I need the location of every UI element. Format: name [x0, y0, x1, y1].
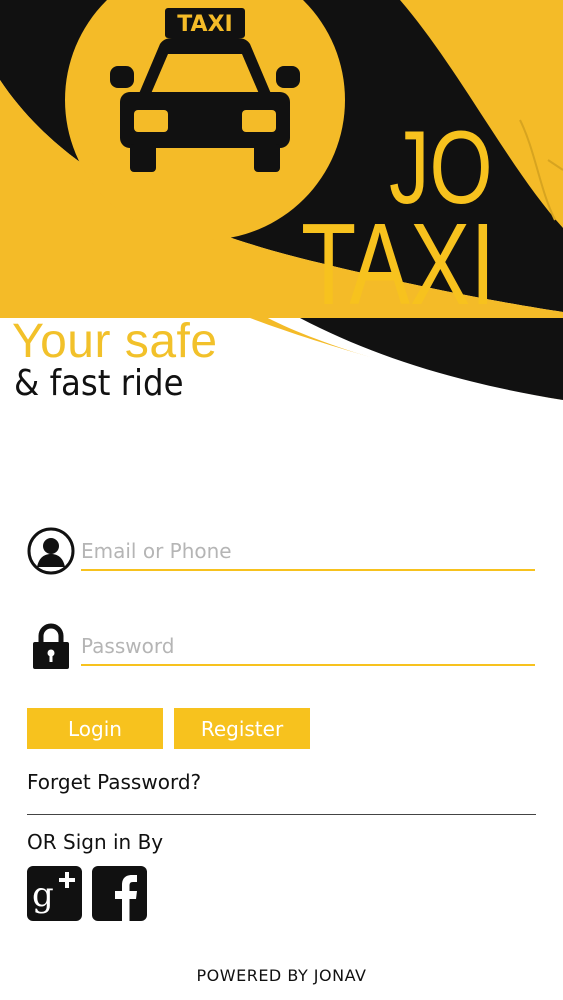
email-input[interactable] — [81, 533, 535, 571]
tagline-line-1: Your safe — [12, 315, 218, 368]
social-signin-heading: OR Sign in By — [27, 830, 164, 854]
password-field-row — [27, 622, 537, 670]
google-plus-icon: g — [32, 872, 75, 915]
login-button[interactable]: Login — [27, 708, 163, 749]
email-field-row — [27, 527, 537, 575]
tagline-line-2: & fast ride — [14, 363, 184, 404]
taxi-car-icon: TAXI — [110, 8, 300, 172]
user-avatar-icon — [27, 527, 75, 575]
taxi-badge-text: TAXI — [177, 12, 232, 37]
facebook-icon — [115, 875, 137, 921]
register-button[interactable]: Register — [174, 708, 310, 749]
facebook-signin-button[interactable] — [92, 866, 147, 921]
lock-icon — [33, 623, 69, 669]
svg-text:g: g — [32, 875, 54, 915]
google-signin-button[interactable]: g — [27, 866, 82, 921]
password-input[interactable] — [81, 628, 535, 666]
divider — [27, 814, 536, 815]
brand-taxi-text: TAXI — [301, 199, 496, 329]
powered-by-footer: POWERED BY JONAV — [196, 966, 367, 985]
forgot-password-link[interactable]: Forget Password? — [27, 770, 201, 794]
